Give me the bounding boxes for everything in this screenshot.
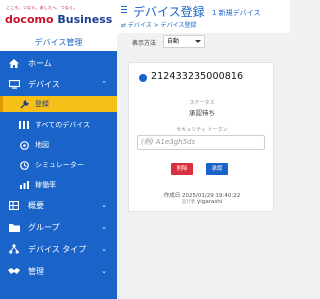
simulator-icon: [19, 160, 29, 170]
sidebar-item-label: グループ: [28, 222, 60, 232]
section-label: デバイス管理: [34, 38, 83, 47]
sidebar-item-device-type[interactable]: デバイス タイプ ⌄: [0, 240, 117, 258]
chevron-down-icon: ⌄: [101, 201, 107, 209]
network-icon: [8, 244, 20, 254]
caret-down-icon: [195, 40, 201, 43]
display-mode-value: 自動: [167, 38, 180, 45]
status-label: ステータス: [189, 100, 215, 106]
actor-info: 実行者 yigarashi: [129, 199, 275, 205]
sidebar-subitem-register[interactable]: 登録: [0, 96, 117, 112]
handshake-icon: [8, 266, 20, 276]
display-mode-select[interactable]: 自動: [163, 35, 205, 48]
actor-label: 実行者: [181, 200, 196, 205]
brand-logo[interactable]: docomo Business: [5, 13, 112, 26]
sidebar-subitem-label: シミュレーター: [35, 161, 84, 169]
device-id: 212433235000816: [151, 71, 244, 82]
device-card: 212433235000816 ステータス 承認待ち セキュリティ トークン (…: [128, 62, 274, 212]
sidebar-subitem-utilization[interactable]: 稼働率: [0, 177, 117, 193]
delete-button[interactable]: 削除: [171, 163, 193, 175]
sidebar-item-group[interactable]: グループ ⌄: [0, 218, 117, 236]
breadcrumb[interactable]: ⇄ デバイス > デバイス登録: [121, 20, 196, 29]
status-value: 承認待ち: [189, 109, 215, 117]
map-pin-icon: [19, 140, 29, 150]
sidebar-item-label: 管理: [28, 266, 44, 276]
brand-tagline: こころ、つなぐ。あしたへ、つなぐ。: [6, 5, 78, 10]
actor-value: yigarashi: [197, 199, 223, 205]
security-token-input[interactable]: (例) A1e3gh5ds: [137, 135, 265, 150]
sidebar-item-management[interactable]: 管理 ⌄: [0, 262, 117, 280]
approve-button[interactable]: 承認: [206, 163, 228, 175]
list-icon: [19, 121, 29, 130]
home-icon: [8, 58, 20, 68]
chevron-down-icon: ⌄: [101, 245, 107, 253]
sidebar-item-device[interactable]: デバイス ⌃: [0, 75, 117, 93]
brand-name-business: Business: [57, 13, 113, 26]
chevron-down-icon: ⌄: [101, 267, 107, 275]
sidebar-item-label: デバイス: [28, 79, 60, 89]
chevron-down-icon: ⌄: [101, 223, 107, 231]
display-mode-label: 表示方法: [132, 40, 157, 47]
bar-chart-icon: [19, 181, 29, 190]
page-title: デバイス登録: [133, 5, 205, 19]
monitor-icon: [8, 79, 20, 89]
sidebar-subitem-label: すべてのデバイス: [35, 121, 91, 129]
wrench-icon: [19, 99, 29, 109]
sidebar: こころ、つなぐ。あしたへ、つなぐ。 docomo Business デバイス管理…: [0, 0, 117, 299]
page-header: デバイス登録 1 新規デバイス ⇄ デバイス > デバイス登録: [117, 0, 290, 33]
sidebar-item-overview[interactable]: 概要 ⌄: [0, 196, 117, 214]
page-subtitle: 1 新規デバイス: [212, 9, 261, 17]
created-info: 作成日 2025/01/29 19:40:22: [129, 191, 275, 199]
sidebar-subitem-simulator[interactable]: シミュレーター: [0, 157, 117, 173]
grid-icon: [8, 200, 20, 210]
sidebar-subitem-label: 地図: [35, 141, 49, 149]
toolbar: 表示方法 自動: [117, 33, 290, 53]
sidebar-subitem-all-devices[interactable]: すべてのデバイス: [0, 117, 117, 133]
status-dot-icon: [139, 74, 147, 82]
token-label: セキュリティ トークン: [176, 127, 228, 133]
sidebar-item-home[interactable]: ホーム: [0, 54, 117, 72]
folder-icon: [8, 222, 20, 232]
sidebar-item-label: デバイス タイプ: [28, 244, 87, 254]
chevron-up-icon: ⌃: [101, 80, 107, 88]
sidebar-subitem-map[interactable]: 地図: [0, 137, 117, 153]
brand-name-docomo: docomo: [5, 13, 54, 26]
sidebar-item-label: 概要: [28, 200, 44, 210]
logo-area: こころ、つなぐ。あしたへ、つなぐ。 docomo Business デバイス管理: [0, 0, 117, 51]
sidebar-item-label: ホーム: [28, 58, 52, 68]
sidebar-subitem-label: 登録: [35, 100, 49, 108]
menu-icon[interactable]: [121, 6, 129, 15]
sidebar-subitem-label: 稼働率: [35, 181, 56, 189]
